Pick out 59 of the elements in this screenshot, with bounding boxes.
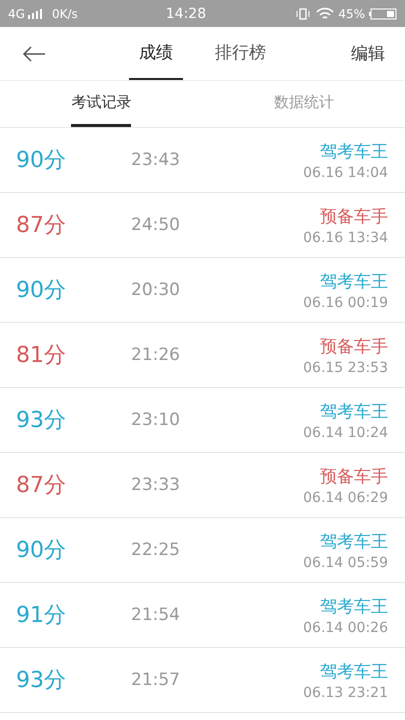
network-speed: 0K/s: [52, 6, 78, 20]
duration: 22:25: [131, 540, 181, 560]
network-label: 4G: [8, 6, 25, 20]
duration: 23:10: [131, 410, 181, 430]
exam-date: 06.14 06:29: [303, 490, 388, 506]
record-row[interactable]: 87分 24:50 预备车手 06.16 13:34: [0, 193, 405, 258]
exam-date: 06.16 13:34: [303, 230, 388, 246]
rank-title: 驾考车王: [320, 596, 388, 618]
score: 81分: [16, 342, 67, 370]
rank-title: 预备车手: [320, 466, 388, 488]
score: 91分: [16, 602, 67, 630]
exam-date: 06.14 00:26: [303, 620, 388, 636]
vibrate-icon: [296, 8, 310, 20]
back-icon[interactable]: [22, 46, 46, 62]
record-row[interactable]: 87分 23:33 预备车手 06.14 06:29: [0, 453, 405, 518]
sub-tab[interactable]: 数据统计: [274, 81, 334, 127]
rank-title: 驾考车王: [320, 140, 388, 162]
score: 90分: [16, 277, 67, 305]
exam-date: 06.14 05:59: [303, 554, 388, 570]
exam-date: 06.16 00:19: [303, 294, 388, 310]
exam-date: 06.16 14:04: [303, 164, 388, 180]
rank-title: 驾考车王: [320, 660, 388, 682]
score: 87分: [16, 472, 67, 500]
duration: 20:30: [131, 280, 181, 300]
duration: 23:33: [131, 475, 181, 495]
rank-title: 预备车手: [320, 206, 388, 228]
header-tab[interactable]: 排行榜: [205, 27, 276, 80]
rank-title: 驾考车王: [320, 530, 388, 552]
score: 93分: [16, 407, 67, 435]
record-row[interactable]: 90分 23:43 驾考车王 06.16 14:04: [0, 128, 405, 193]
rank-title: 驾考车王: [320, 270, 388, 292]
rank-title: 预备车手: [320, 336, 388, 358]
exam-date: 06.13 23:21: [303, 684, 388, 700]
sub-tab[interactable]: 考试记录: [71, 81, 132, 127]
header-tab[interactable]: 成绩: [129, 27, 183, 80]
duration: 21:26: [131, 345, 181, 365]
score: 90分: [16, 537, 67, 565]
score: 87分: [16, 212, 67, 240]
battery-icon: [369, 8, 397, 20]
duration: 23:43: [131, 150, 181, 170]
battery-percent: 45%: [338, 6, 365, 20]
duration: 24:50: [131, 215, 181, 235]
duration: 21:57: [131, 670, 181, 690]
score: 90分: [16, 147, 67, 175]
record-row[interactable]: 90分 20:30 驾考车王 06.16 00:19: [0, 258, 405, 323]
score: 93分: [16, 667, 67, 695]
edit-button[interactable]: 编辑: [351, 42, 385, 65]
wifi-icon: [316, 7, 334, 20]
exam-date: 06.14 10:24: [303, 424, 388, 440]
record-row[interactable]: 91分 21:54 驾考车王 06.14 00:26: [0, 583, 405, 648]
signal-icon: [28, 8, 42, 18]
record-row[interactable]: 90分 22:25 驾考车王 06.14 05:59: [0, 518, 405, 583]
record-row[interactable]: 81分 21:26 预备车手 06.15 23:53: [0, 323, 405, 388]
exam-date: 06.15 23:53: [303, 360, 388, 376]
rank-title: 驾考车王: [320, 400, 388, 422]
duration: 21:54: [131, 605, 181, 625]
record-row[interactable]: 93分 21:57 驾考车王 06.13 23:21: [0, 648, 405, 713]
clock: 14:28: [166, 6, 206, 22]
record-row[interactable]: 93分 23:10 驾考车王 06.14 10:24: [0, 388, 405, 453]
